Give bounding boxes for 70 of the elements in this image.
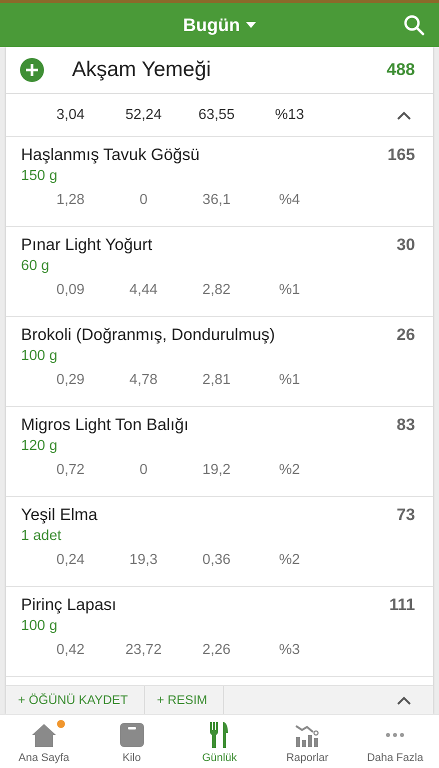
macro-value: 19,2 bbox=[201, 462, 232, 478]
food-calories: 165 bbox=[387, 146, 415, 165]
food-row[interactable]: Migros Light Ton Balığı 83 120 g 0,72 0 19,2 %2 bbox=[6, 407, 433, 497]
macro-value: 0 bbox=[138, 192, 149, 208]
more-icon bbox=[385, 732, 406, 738]
macro-value: 0,09 bbox=[55, 282, 86, 298]
food-amount: 1 adet bbox=[21, 528, 62, 544]
macro-value: 4,44 bbox=[128, 282, 159, 298]
date-dropdown[interactable]: Bugün bbox=[183, 14, 256, 36]
macro-value: 36,1 bbox=[201, 192, 232, 208]
add-icon[interactable] bbox=[20, 58, 44, 82]
chevron-icon[interactable] bbox=[397, 696, 411, 704]
fork-knife-icon bbox=[210, 722, 228, 748]
macro-value: %4 bbox=[278, 192, 301, 208]
food-row[interactable]: Yeşil Elma 73 1 adet 0,24 19,3 0,36 %2 bbox=[6, 497, 433, 587]
tab-bar-item[interactable]: Ana Sayfa bbox=[0, 715, 88, 768]
food-name: Brokoli (Doğranmış, Dondurulmuş) bbox=[21, 326, 276, 345]
search-icon[interactable] bbox=[403, 14, 425, 36]
meal-calories: 488 bbox=[386, 60, 415, 80]
macro-total: 52,24 bbox=[124, 107, 163, 123]
food-amount: 100 g bbox=[21, 618, 58, 634]
macro-value: 0,29 bbox=[55, 372, 86, 388]
macro-total: 63,55 bbox=[197, 107, 236, 123]
macro-value: 0,24 bbox=[55, 552, 86, 568]
tab-bar-item[interactable]: Kilo bbox=[88, 715, 176, 768]
food-calories: 73 bbox=[396, 506, 415, 525]
macro-value: 0,36 bbox=[201, 552, 232, 568]
food-row[interactable]: Brokoli (Doğranmış, Dondurulmuş) 26 100 g 0,29 4,78 2,81 %1 bbox=[6, 317, 433, 407]
tab-bar-item[interactable]: Daha Fazla bbox=[351, 715, 439, 768]
macro-value: 0,42 bbox=[55, 642, 86, 658]
food-name: Pınar Light Yoğurt bbox=[21, 236, 152, 255]
caret-icon bbox=[246, 22, 256, 28]
macro-value: 1,28 bbox=[55, 192, 86, 208]
macro-value: 0,72 bbox=[55, 462, 86, 478]
macro-value: 4,78 bbox=[128, 372, 159, 388]
macro-total: 3,04 bbox=[55, 107, 86, 123]
house-icon bbox=[30, 723, 57, 747]
scale-icon bbox=[120, 723, 144, 747]
macro-value: 0 bbox=[138, 462, 149, 478]
meal-title: Akşam Yemeği bbox=[72, 58, 212, 82]
food-name: Yeşil Elma bbox=[21, 506, 98, 525]
food-amount: 120 g bbox=[21, 438, 58, 454]
macro-total: %13 bbox=[274, 107, 306, 123]
macro-value: %2 bbox=[278, 462, 301, 478]
macro-value: %1 bbox=[278, 282, 301, 298]
food-name: Pirinç Lapası bbox=[21, 596, 116, 615]
food-calories: 26 bbox=[396, 326, 415, 345]
food-amount: 100 g bbox=[21, 348, 58, 364]
food-row[interactable]: Haşlanmış Tavuk Göğsü 165 150 g 1,28 0 36,1 %4 bbox=[6, 137, 433, 227]
macro-value: %1 bbox=[278, 372, 301, 388]
tab-bar-item[interactable]: Raporlar bbox=[263, 715, 352, 768]
food-row[interactable]: Pirinç Lapası 111 100 g 0,42 23,72 2,26 %3 bbox=[6, 587, 433, 677]
food-amount: 150 g bbox=[21, 168, 58, 184]
tab-bar-item[interactable]: Günlük bbox=[176, 715, 264, 768]
macro-value: 23,72 bbox=[124, 642, 163, 658]
macro-value: 2,81 bbox=[201, 372, 232, 388]
chart-icon bbox=[295, 723, 320, 747]
chevron-icon[interactable] bbox=[397, 110, 411, 120]
food-calories: 83 bbox=[396, 416, 415, 435]
food-name: Migros Light Ton Balığı bbox=[21, 416, 189, 435]
macro-value: %3 bbox=[278, 642, 301, 658]
food-row[interactable]: Pınar Light Yoğurt 30 60 g 0,09 4,44 2,82 %1 bbox=[6, 227, 433, 317]
food-calories: 111 bbox=[389, 596, 415, 615]
food-name: Haşlanmış Tavuk Göğsü bbox=[21, 146, 200, 165]
macro-value: 2,26 bbox=[201, 642, 232, 658]
food-amount: 60 g bbox=[21, 258, 50, 274]
macro-value: 2,82 bbox=[201, 282, 232, 298]
macro-value: 19,3 bbox=[128, 552, 159, 568]
food-calories: 30 bbox=[396, 236, 415, 255]
macro-value: %2 bbox=[278, 552, 301, 568]
